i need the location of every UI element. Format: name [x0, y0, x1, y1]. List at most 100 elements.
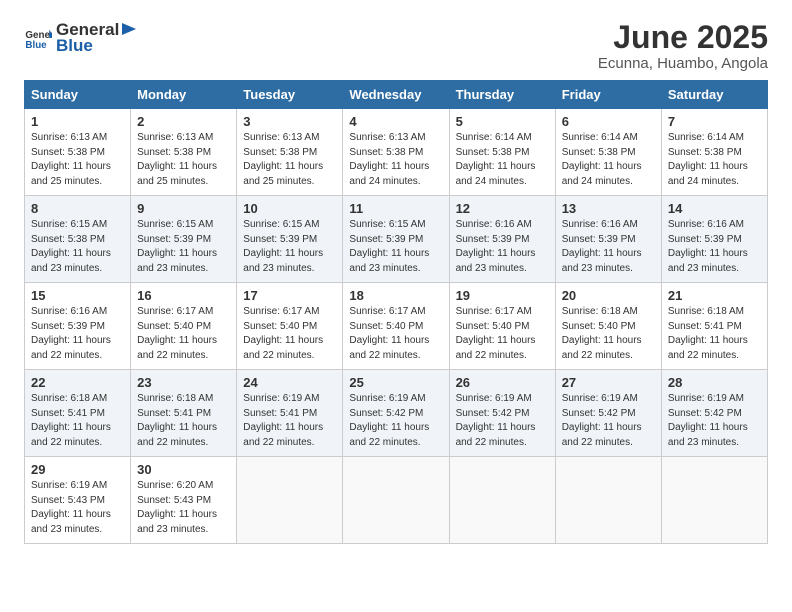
calendar-cell: 2 Sunrise: 6:13 AMSunset: 5:38 PMDaylight… [131, 109, 237, 196]
logo-icon: General Blue [24, 24, 52, 52]
day-info: Sunrise: 6:19 AMSunset: 5:41 PMDaylight:… [243, 392, 336, 450]
day-number: 11 [349, 201, 442, 216]
calendar-cell: 20 Sunrise: 6:18 AMSunset: 5:40 PMDayligh… [555, 283, 661, 370]
day-info: Sunrise: 6:17 AMSunset: 5:40 PMDaylight:… [349, 305, 442, 363]
day-number: 29 [31, 462, 124, 477]
day-number: 5 [456, 114, 549, 129]
subtitle: Ecunna, Huambo, Angola [598, 55, 768, 72]
week-row-1: 1 Sunrise: 6:13 AMSunset: 5:38 PMDaylight… [25, 109, 768, 196]
day-info: Sunrise: 6:18 AMSunset: 5:41 PMDaylight:… [137, 392, 230, 450]
logo-triangle-icon [120, 19, 138, 39]
day-info: Sunrise: 6:16 AMSunset: 5:39 PMDaylight:… [562, 218, 655, 276]
calendar-cell: 19Sunrise: 6:17 AMSunset: 5:40 PMDayligh… [449, 283, 555, 370]
calendar-cell [343, 457, 449, 544]
day-number: 18 [349, 288, 442, 303]
day-info: Sunrise: 6:19 AMSunset: 5:43 PMDaylight:… [31, 479, 124, 537]
calendar-cell: 1Sunrise: 6:13 AMSunset: 5:38 PMDaylight… [25, 109, 131, 196]
calendar-cell: 22 Sunrise: 6:18 AMSunset: 5:41 PMDayligh… [25, 370, 131, 457]
calendar-cell: 3 Sunrise: 6:13 AMSunset: 5:38 PMDaylight… [237, 109, 343, 196]
day-info: Sunrise: 6:13 AMSunset: 5:38 PMDaylight:… [137, 131, 230, 189]
day-info: Sunrise: 6:19 AMSunset: 5:42 PMDaylight:… [349, 392, 442, 450]
calendar-cell: 9 Sunrise: 6:15 AMSunset: 5:39 PMDaylight… [131, 196, 237, 283]
day-number: 16 [137, 288, 230, 303]
weekday-header-row: SundayMondayTuesdayWednesdayThursdayFrid… [25, 81, 768, 109]
calendar-cell: 8 Sunrise: 6:15 AMSunset: 5:38 PMDaylight… [25, 196, 131, 283]
calendar-table: SundayMondayTuesdayWednesdayThursdayFrid… [24, 80, 768, 544]
day-number: 30 [137, 462, 230, 477]
weekday-header-friday: Friday [555, 81, 661, 109]
day-number: 10 [243, 201, 336, 216]
calendar-cell: 29 Sunrise: 6:19 AMSunset: 5:43 PMDayligh… [25, 457, 131, 544]
calendar-cell [237, 457, 343, 544]
week-row-2: 8 Sunrise: 6:15 AMSunset: 5:38 PMDaylight… [25, 196, 768, 283]
calendar-cell: 6Sunrise: 6:14 AMSunset: 5:38 PMDaylight… [555, 109, 661, 196]
calendar-cell: 10Sunrise: 6:15 AMSunset: 5:39 PMDayligh… [237, 196, 343, 283]
calendar-cell [661, 457, 767, 544]
weekday-header-wednesday: Wednesday [343, 81, 449, 109]
day-number: 12 [456, 201, 549, 216]
day-info: Sunrise: 6:16 AMSunset: 5:39 PMDaylight:… [668, 218, 761, 276]
day-number: 21 [668, 288, 761, 303]
calendar-cell [555, 457, 661, 544]
day-info: Sunrise: 6:18 AMSunset: 5:41 PMDaylight:… [31, 392, 124, 450]
calendar-cell: 4 Sunrise: 6:13 AMSunset: 5:38 PMDaylight… [343, 109, 449, 196]
calendar-cell: 15Sunrise: 6:16 AMSunset: 5:39 PMDayligh… [25, 283, 131, 370]
day-info: Sunrise: 6:20 AMSunset: 5:43 PMDaylight:… [137, 479, 230, 537]
logo: General Blue General Blue [24, 20, 138, 56]
day-info: Sunrise: 6:19 AMSunset: 5:42 PMDaylight:… [668, 392, 761, 450]
day-number: 7 [668, 114, 761, 129]
calendar-cell: 25 Sunrise: 6:19 AMSunset: 5:42 PMDayligh… [343, 370, 449, 457]
day-info: Sunrise: 6:17 AMSunset: 5:40 PMDaylight:… [243, 305, 336, 363]
day-number: 22 [31, 375, 124, 390]
calendar-cell: 24Sunrise: 6:19 AMSunset: 5:41 PMDayligh… [237, 370, 343, 457]
calendar-cell: 13 Sunrise: 6:16 AMSunset: 5:39 PMDayligh… [555, 196, 661, 283]
day-info: Sunrise: 6:19 AMSunset: 5:42 PMDaylight:… [456, 392, 549, 450]
day-number: 19 [456, 288, 549, 303]
calendar-cell: 16Sunrise: 6:17 AMSunset: 5:40 PMDayligh… [131, 283, 237, 370]
day-info: Sunrise: 6:15 AMSunset: 5:39 PMDaylight:… [349, 218, 442, 276]
calendar-cell: 12 Sunrise: 6:16 AMSunset: 5:39 PMDayligh… [449, 196, 555, 283]
day-number: 28 [668, 375, 761, 390]
day-number: 27 [562, 375, 655, 390]
main-title: June 2025 [598, 20, 768, 55]
calendar-cell: 18 Sunrise: 6:17 AMSunset: 5:40 PMDayligh… [343, 283, 449, 370]
calendar-cell: 11 Sunrise: 6:15 AMSunset: 5:39 PMDayligh… [343, 196, 449, 283]
calendar-cell: 7Sunrise: 6:14 AMSunset: 5:38 PMDaylight… [661, 109, 767, 196]
week-row-4: 22 Sunrise: 6:18 AMSunset: 5:41 PMDayligh… [25, 370, 768, 457]
weekday-header-thursday: Thursday [449, 81, 555, 109]
day-info: Sunrise: 6:18 AMSunset: 5:41 PMDaylight:… [668, 305, 761, 363]
day-number: 4 [349, 114, 442, 129]
day-number: 1 [31, 114, 124, 129]
day-info: Sunrise: 6:16 AMSunset: 5:39 PMDaylight:… [456, 218, 549, 276]
day-number: 26 [456, 375, 549, 390]
day-info: Sunrise: 6:18 AMSunset: 5:40 PMDaylight:… [562, 305, 655, 363]
weekday-header-tuesday: Tuesday [237, 81, 343, 109]
title-area: June 2025 Ecunna, Huambo, Angola [598, 20, 768, 72]
page-header: General Blue General Blue June 2025 Ecun… [24, 20, 768, 72]
day-info: Sunrise: 6:19 AMSunset: 5:42 PMDaylight:… [562, 392, 655, 450]
day-info: Sunrise: 6:15 AMSunset: 5:38 PMDaylight:… [31, 218, 124, 276]
week-row-5: 29 Sunrise: 6:19 AMSunset: 5:43 PMDayligh… [25, 457, 768, 544]
day-info: Sunrise: 6:13 AMSunset: 5:38 PMDaylight:… [243, 131, 336, 189]
day-number: 2 [137, 114, 230, 129]
calendar-cell: 30 Sunrise: 6:20 AMSunset: 5:43 PMDayligh… [131, 457, 237, 544]
day-info: Sunrise: 6:15 AMSunset: 5:39 PMDaylight:… [137, 218, 230, 276]
calendar-cell: 26 Sunrise: 6:19 AMSunset: 5:42 PMDayligh… [449, 370, 555, 457]
day-info: Sunrise: 6:14 AMSunset: 5:38 PMDaylight:… [456, 131, 549, 189]
day-number: 8 [31, 201, 124, 216]
calendar-cell: 21 Sunrise: 6:18 AMSunset: 5:41 PMDayligh… [661, 283, 767, 370]
day-number: 13 [562, 201, 655, 216]
calendar-cell: 14Sunrise: 6:16 AMSunset: 5:39 PMDayligh… [661, 196, 767, 283]
day-number: 3 [243, 114, 336, 129]
day-number: 20 [562, 288, 655, 303]
day-info: Sunrise: 6:13 AMSunset: 5:38 PMDaylight:… [349, 131, 442, 189]
day-number: 9 [137, 201, 230, 216]
calendar-cell: 23Sunrise: 6:18 AMSunset: 5:41 PMDayligh… [131, 370, 237, 457]
calendar-cell: 5 Sunrise: 6:14 AMSunset: 5:38 PMDaylight… [449, 109, 555, 196]
calendar-cell: 28 Sunrise: 6:19 AMSunset: 5:42 PMDayligh… [661, 370, 767, 457]
svg-text:Blue: Blue [25, 40, 47, 51]
weekday-header-saturday: Saturday [661, 81, 767, 109]
calendar-cell: 27 Sunrise: 6:19 AMSunset: 5:42 PMDayligh… [555, 370, 661, 457]
day-number: 17 [243, 288, 336, 303]
day-number: 25 [349, 375, 442, 390]
